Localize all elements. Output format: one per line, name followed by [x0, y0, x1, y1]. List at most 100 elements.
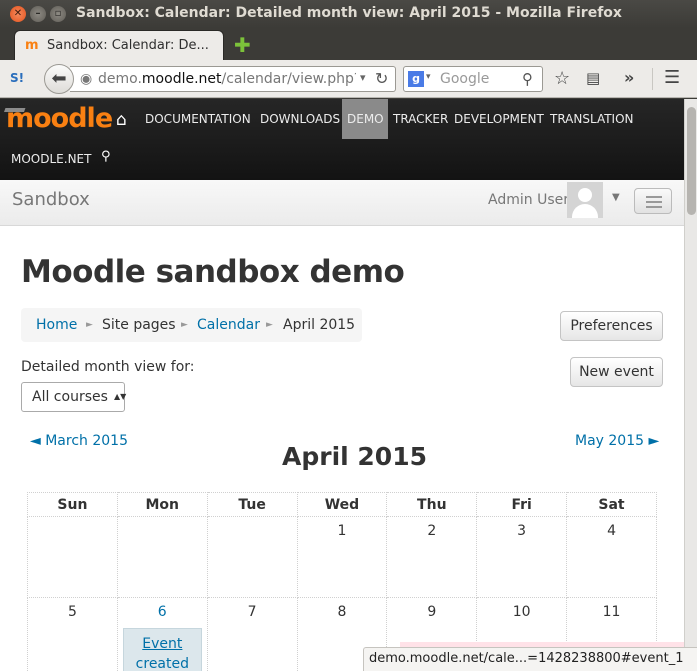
url-suffix: /calendar/view.php?v: [221, 71, 356, 87]
breadcrumb-separator-icon: ►: [86, 320, 93, 330]
toolbar-overflow-icon[interactable]: »: [624, 68, 634, 87]
status-link-url: demo.moodle.net/cale...=1428238800#event…: [369, 651, 684, 666]
url-domain: moodle.net: [141, 71, 222, 87]
day-number: 4: [607, 523, 616, 539]
course-select[interactable]: All courses ▲▼: [21, 382, 126, 412]
calendar-day[interactable]: 1: [296, 516, 388, 598]
day-number: 9: [427, 604, 437, 620]
bookmark-star-icon[interactable]: ☆: [554, 68, 570, 89]
new-event-button[interactable]: New event: [570, 357, 663, 387]
new-tab-icon[interactable]: ✚: [234, 33, 251, 57]
nav-documentation[interactable]: DOCUMENTATION: [145, 112, 251, 126]
calendar-day[interactable]: 4: [566, 516, 657, 598]
prev-month-link[interactable]: ◄ March 2015: [30, 433, 128, 449]
home-icon[interactable]: ⌂: [116, 110, 127, 130]
url-prefix: demo.: [98, 71, 142, 87]
hamburger-bar: [646, 206, 662, 208]
back-arrow-icon: ⬅: [51, 68, 67, 89]
reading-list-icon[interactable]: ▤: [586, 69, 600, 87]
reload-icon[interactable]: ↻: [375, 69, 388, 88]
page-scrollbar[interactable]: [684, 99, 697, 671]
hamburger-bar: [646, 201, 662, 203]
url-text[interactable]: demo.moodle.net/calendar/view.php?v: [98, 71, 356, 87]
weekday-header: Sat: [566, 492, 657, 517]
toolbar-separator: [652, 68, 653, 90]
day-number: 1: [337, 523, 347, 539]
day-number-link[interactable]: 6: [158, 604, 167, 620]
browser-tab[interactable]: m Sandbox: Calendar: De...: [14, 30, 224, 60]
search-icon[interactable]: ⚲: [522, 70, 533, 88]
nav-tracker[interactable]: TRACKER: [393, 112, 448, 126]
sync-addon-icon[interactable]: S!: [10, 71, 24, 85]
calendar-day[interactable]: 7: [206, 597, 298, 671]
avatar-body-shape: [572, 204, 598, 218]
collapse-menu-button[interactable]: [634, 188, 672, 214]
window-maximize-button[interactable]: ▫: [50, 6, 66, 22]
month-title: April 2015: [282, 442, 427, 471]
search-bar[interactable]: g ▾ Google ⚲: [403, 66, 543, 92]
breadcrumb-calendar[interactable]: Calendar: [197, 317, 260, 333]
browser-toolbar: S! ◉ demo.moodle.net/calendar/view.php?v…: [0, 60, 697, 98]
site-navbar: moodle ⌂ DOCUMENTATION DOWNLOADS DEMO TR…: [0, 99, 684, 180]
scrollbar-thumb[interactable]: [687, 107, 696, 215]
calendar-day-with-event[interactable]: 6 Event created: [116, 597, 208, 671]
globe-icon[interactable]: ◉: [80, 71, 92, 87]
search-engine-dropdown-icon[interactable]: ▾: [426, 72, 431, 82]
event-description: created: [135, 656, 189, 671]
user-menu-caret-icon[interactable]: ▼: [612, 192, 620, 203]
day-number: 10: [512, 604, 531, 620]
breadcrumb-separator-icon: ►: [181, 320, 188, 330]
url-bar[interactable]: ◉ demo.moodle.net/calendar/view.php?v ▾ …: [70, 66, 396, 92]
nav-demo[interactable]: DEMO: [347, 112, 384, 126]
avatar[interactable]: [567, 182, 603, 218]
weekday-header: Sun: [27, 492, 118, 517]
breadcrumb-home[interactable]: Home: [36, 317, 77, 333]
event-link[interactable]: Event: [124, 629, 201, 654]
event-item[interactable]: Event created: [122, 628, 202, 671]
avatar-head-shape: [578, 188, 592, 202]
day-number: 3: [517, 523, 527, 539]
nav-downloads[interactable]: DOWNLOADS: [260, 112, 340, 126]
day-number: 8: [337, 604, 347, 620]
calendar-day[interactable]: 3: [476, 516, 568, 598]
menu-icon[interactable]: ☰: [664, 67, 680, 88]
weekday-header: Mon: [116, 492, 208, 517]
breadcrumb-current: April 2015: [283, 317, 356, 333]
search-placeholder[interactable]: Google: [440, 71, 489, 87]
back-button[interactable]: ⬅: [44, 64, 74, 94]
site-name[interactable]: Sandbox: [12, 189, 90, 210]
breadcrumb: Home ► Site pages ► Calendar ► April 201…: [21, 308, 362, 342]
preferences-button[interactable]: Preferences: [560, 311, 663, 341]
weekday-header: Wed: [296, 492, 388, 517]
breadcrumb-separator-icon: ►: [266, 320, 273, 330]
day-number: 7: [247, 604, 257, 620]
calendar-week-row: 1 2 3 4: [27, 516, 657, 598]
calendar-day[interactable]: 2: [386, 516, 478, 598]
nav-moodle-net[interactable]: MOODLE.NET: [11, 152, 91, 166]
weekday-header: Fri: [476, 492, 568, 517]
site-search-icon[interactable]: ⚲: [101, 149, 111, 164]
user-name[interactable]: Admin User: [488, 192, 569, 208]
window-title: Sandbox: Calendar: Detailed month view: …: [76, 5, 622, 21]
nav-translation[interactable]: TRANSLATION: [550, 112, 634, 126]
site-header: Sandbox Admin User ▼: [0, 180, 684, 226]
url-history-dropdown-icon[interactable]: ▾: [360, 71, 366, 84]
moodle-favicon-icon: m: [25, 38, 39, 53]
hamburger-bar: [646, 196, 662, 198]
calendar-day-empty: [27, 516, 118, 598]
tab-label: Sandbox: Calendar: De...: [47, 38, 209, 53]
calendar-day-empty: [116, 516, 208, 598]
day-number: 2: [427, 523, 437, 539]
window-minimize-button[interactable]: –: [30, 6, 46, 22]
status-bar: demo.moodle.net/cale...=1428238800#event…: [363, 647, 697, 671]
calendar-day[interactable]: 5: [27, 597, 118, 671]
weekday-header: Thu: [386, 492, 478, 517]
next-month-link[interactable]: May 2015 ►: [575, 433, 659, 449]
google-icon[interactable]: g: [408, 71, 424, 87]
window-close-button[interactable]: ✕: [10, 6, 26, 22]
day-number: 11: [602, 604, 621, 620]
nav-development[interactable]: DEVELOPMENT: [454, 112, 544, 126]
weekday-header-row: Sun Mon Tue Wed Thu Fri Sat: [27, 492, 657, 517]
weekday-header: Tue: [206, 492, 298, 517]
tab-strip: m Sandbox: Calendar: De... ✚: [0, 28, 697, 60]
